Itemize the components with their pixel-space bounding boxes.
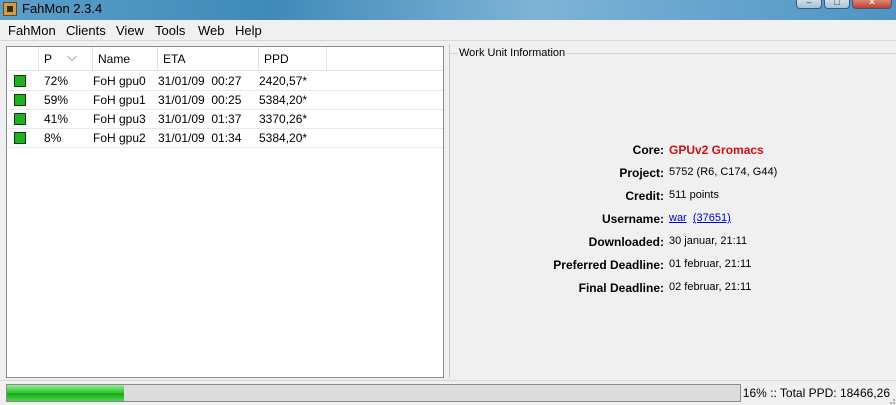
final-deadline-value: 02 februar, 21:11: [669, 281, 752, 293]
row-progress: 41%: [44, 112, 69, 126]
final-deadline-row: Final Deadline: 02 februar, 21:11: [450, 281, 896, 297]
downloaded-value: 30 januar, 21:11: [669, 235, 748, 247]
row-progress: 8%: [44, 131, 62, 145]
menu-fahmon[interactable]: FahMon: [8, 23, 56, 38]
menu-bar: FahMon Clients View Tools Web Help: [0, 20, 896, 41]
minimize-button[interactable]: –: [796, 0, 822, 9]
window-title: FahMon 2.3.4: [22, 1, 103, 16]
list-header: P Name ETA PPD: [7, 47, 443, 71]
final-deadline-label: Final Deadline:: [578, 281, 664, 295]
credit-value: 511 points: [669, 189, 719, 201]
project-value: 5752 (R6, C174, G44): [669, 166, 778, 178]
core-row: Core: GPUv2 Gromacs: [450, 143, 896, 159]
table-row[interactable]: 59% FoH gpu1 31/01/09 00:25 5384,20*: [7, 91, 443, 110]
status-ok-icon: [14, 132, 26, 144]
status-bar: 16% :: Total PPD: 18466,26: [0, 380, 896, 405]
work-unit-box: Core: GPUv2 Gromacs Project: 5752 (R6, C…: [450, 53, 896, 378]
downloaded-label: Downloaded:: [588, 235, 664, 249]
minimize-icon: –: [806, 0, 812, 7]
credit-row: Credit: 511 points: [450, 189, 896, 205]
preferred-deadline-label: Preferred Deadline:: [553, 258, 664, 272]
menu-view[interactable]: View: [116, 23, 144, 38]
header-progress-label: P: [44, 52, 53, 66]
username-link[interactable]: war: [669, 212, 687, 224]
work-unit-panel: Work Unit Information Core: GPUv2 Gromac…: [449, 44, 896, 378]
row-eta: 31/01/09 00:27: [158, 74, 242, 88]
core-value: GPUv2 Gromacs: [669, 143, 764, 157]
status-text: 16% :: Total PPD: 18466,26: [742, 386, 890, 400]
downloaded-row: Downloaded: 30 januar, 21:11: [450, 235, 896, 251]
row-name: FoH gpu0: [93, 74, 146, 88]
maximize-button[interactable]: □: [824, 0, 850, 9]
row-eta: 31/01/09 01:37: [158, 112, 242, 126]
row-ppd: 5384,20*: [259, 93, 308, 107]
core-label: Core:: [632, 143, 664, 157]
progress-fill: [7, 385, 125, 401]
username-value: war (37651): [669, 212, 731, 224]
row-progress: 72%: [44, 74, 69, 88]
menu-tools[interactable]: Tools: [155, 23, 185, 38]
table-row[interactable]: 41% FoH gpu3 31/01/09 01:37 3370,26*: [7, 110, 443, 129]
row-ppd: 2420,57*: [259, 74, 308, 88]
preferred-deadline-value: 01 februar, 21:11: [669, 258, 752, 270]
menu-web[interactable]: Web: [198, 23, 225, 38]
team-link[interactable]: (37651): [693, 212, 731, 224]
row-ppd: 5384,20*: [259, 131, 308, 145]
header-progress[interactable]: P: [39, 47, 93, 71]
status-ok-icon: [14, 94, 26, 106]
menu-help[interactable]: Help: [235, 23, 262, 38]
row-eta: 31/01/09 00:25: [158, 93, 242, 107]
client-list[interactable]: P Name ETA PPD 72% FoH gpu0 31/01/09 00:…: [6, 46, 444, 378]
app-icon[interactable]: [3, 2, 17, 16]
row-name: FoH gpu3: [93, 112, 146, 126]
row-progress: 59%: [44, 93, 69, 107]
sort-descending-icon: [67, 56, 77, 61]
resize-grip-icon[interactable]: [886, 395, 896, 405]
project-label: Project:: [619, 166, 664, 180]
window-controls: – □ ✕: [796, 0, 892, 9]
header-status[interactable]: [7, 47, 39, 71]
close-icon: ✕: [868, 0, 876, 7]
row-eta: 31/01/09 01:34: [158, 131, 242, 145]
header-name[interactable]: Name: [93, 47, 158, 71]
username-label: Username:: [601, 212, 664, 226]
row-ppd: 3370,26*: [259, 112, 308, 126]
row-name: FoH gpu1: [93, 93, 146, 107]
close-button[interactable]: ✕: [852, 0, 892, 9]
preferred-deadline-row: Preferred Deadline: 01 februar, 21:11: [450, 258, 896, 274]
table-row[interactable]: 8% FoH gpu2 31/01/09 01:34 5384,20*: [7, 129, 443, 148]
status-ok-icon: [14, 75, 26, 87]
row-name: FoH gpu2: [93, 131, 146, 145]
work-unit-title: Work Unit Information: [458, 47, 567, 59]
menu-clients[interactable]: Clients: [66, 23, 106, 38]
maximize-icon: □: [834, 0, 840, 7]
status-ok-icon: [14, 113, 26, 125]
header-ppd[interactable]: PPD: [259, 47, 327, 71]
username-row: Username: war (37651): [450, 212, 896, 228]
table-row[interactable]: 72% FoH gpu0 31/01/09 00:27 2420,57*: [7, 72, 443, 91]
total-progress-bar: [6, 384, 741, 402]
credit-label: Credit:: [625, 189, 664, 203]
title-bar[interactable]: FahMon 2.3.4 – □ ✕: [0, 0, 896, 20]
project-row: Project: 5752 (R6, C174, G44): [450, 166, 896, 182]
header-eta[interactable]: ETA: [158, 47, 259, 71]
